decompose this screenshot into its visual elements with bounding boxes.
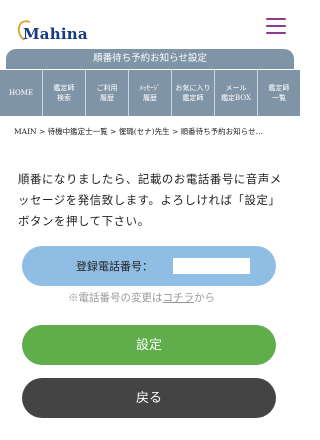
menu-hamburger-icon[interactable] <box>266 18 286 34</box>
hamburger-line <box>266 18 286 20</box>
nav-item-list[interactable]: 鑑定師 一覧 <box>257 70 300 116</box>
back-button[interactable]: 戻る <box>22 378 276 418</box>
nav-item-label: 鑑定師 一覧 <box>268 84 290 102</box>
hamburger-line <box>266 25 286 27</box>
nav-item-mail-box[interactable]: メール 鑑定BOX <box>214 70 257 116</box>
phone-number-field[interactable] <box>173 258 250 274</box>
hamburger-line <box>266 32 286 34</box>
header: Mahina <box>0 0 300 48</box>
breadcrumb-text[interactable]: MAIN > 待機中鑑定士一覧 > 惺璐(セナ)先生 > 順番待ち予約お知らせ… <box>14 127 263 136</box>
logo[interactable]: Mahina <box>9 9 88 45</box>
nav-item-home[interactable]: HOME <box>0 70 42 116</box>
main-nav: HOME 鑑定師 検索 ご利用 履歴 ﾒｯｾｰｼﾞ 履歴 お気に入り 鑑定師 メ… <box>0 70 300 116</box>
note-suffix: から <box>194 292 215 304</box>
change-phone-link[interactable]: コチラ <box>163 292 195 304</box>
logo-text: Mahina <box>23 25 88 43</box>
page-title-banner: 順番待ち予約お知らせ設定 <box>6 49 294 69</box>
nav-item-label: お気に入り 鑑定師 <box>175 84 211 102</box>
breadcrumb: MAIN > 待機中鑑定士一覧 > 惺璐(セナ)先生 > 順番待ち予約お知らせ… <box>14 126 290 137</box>
nav-item-favorites[interactable]: お気に入り 鑑定師 <box>171 70 214 116</box>
phone-label: 登録電話番号： <box>76 260 153 273</box>
settings-button[interactable]: 設定 <box>22 325 276 365</box>
nav-item-message-history[interactable]: ﾒｯｾｰｼﾞ 履歴 <box>128 70 171 116</box>
nav-item-search[interactable]: 鑑定師 検索 <box>42 70 85 116</box>
nav-item-label: ﾒｯｾｰｼﾞ 履歴 <box>139 84 161 102</box>
nav-item-history[interactable]: ご利用 履歴 <box>85 70 128 116</box>
registered-phone-box: 登録電話番号： <box>22 246 276 286</box>
nav-item-label: HOME <box>8 89 34 97</box>
phone-change-note: ※電話番号の変更はコチラから <box>68 290 268 305</box>
instruction-message: 順番になりましたら、記載のお電話番号に音声メッセージを発信致します。よろしければ… <box>18 172 282 228</box>
nav-item-label: メール 鑑定BOX <box>221 84 251 102</box>
nav-item-label: ご利用 履歴 <box>96 84 118 102</box>
note-prefix: ※電話番号の変更は <box>68 292 163 304</box>
nav-item-label: 鑑定師 検索 <box>53 84 75 102</box>
